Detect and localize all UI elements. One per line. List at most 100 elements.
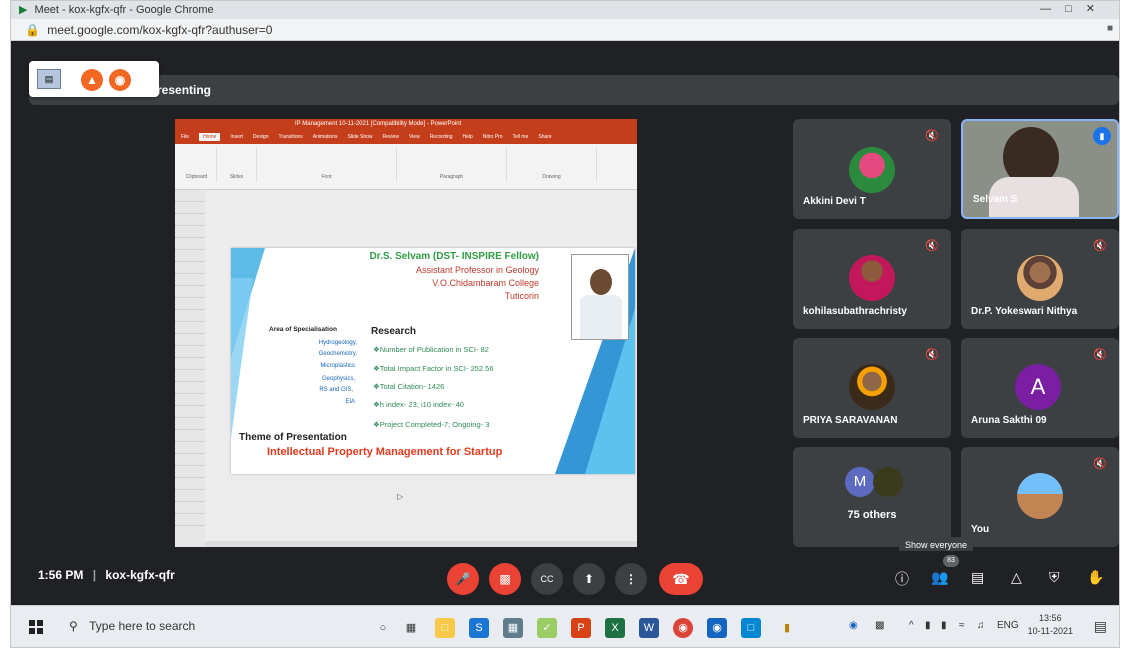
ppt-tab: File — [181, 134, 190, 140]
activities-icon[interactable]: △ — [1011, 569, 1022, 586]
participant-tile[interactable]: 🔇 Akkini Devi T — [793, 119, 951, 219]
info-icon[interactable]: ⓘ — [895, 569, 909, 589]
battery-icon[interactable]: ▮ — [941, 620, 947, 631]
app-icon[interactable]: ◉ — [707, 618, 727, 638]
app-icon[interactable]: □ — [741, 618, 761, 638]
mic-off-icon: 🔇 — [1093, 240, 1107, 252]
raise-hand-icon[interactable]: ✋ — [1087, 569, 1104, 586]
notification-icon[interactable]: ▤ — [1094, 618, 1107, 635]
search-placeholder: Type here to search — [89, 619, 196, 633]
mic-off-icon: 🔇 — [1093, 458, 1107, 470]
self-tile[interactable]: 🔇 You — [961, 447, 1119, 547]
mic-off-icon: 🔇 — [925, 240, 939, 252]
slide-research-title: Research — [371, 326, 417, 337]
participant-tile[interactable]: 🔇 PRIYA SARAVANAN — [793, 338, 951, 438]
address-bar[interactable]: 🔒 meet.google.com/kox-kgfx-qfr?authuser=… — [11, 19, 1119, 41]
clock-time: 13:56 — [1039, 613, 1062, 623]
chrome-icon[interactable]: ◉ — [673, 618, 693, 638]
others-label: 75 others — [847, 509, 897, 521]
file-explorer-icon[interactable]: □ — [435, 618, 455, 638]
windows-start-icon[interactable] — [29, 620, 43, 634]
mic-off-icon: 🔇 — [925, 349, 939, 361]
warning-icon[interactable]: ▲ — [81, 69, 103, 91]
participant-tile[interactable]: ▮ Selvam S — [961, 119, 1119, 219]
slide-presenter-name: Dr.S. Selvam (DST- INSPIRE Fellow) — [369, 251, 540, 262]
app-icon[interactable]: ✓ — [537, 618, 557, 638]
participant-name: Selvam S — [973, 194, 1018, 205]
slide-specialisation: EIA — [345, 399, 355, 405]
separator: | — [92, 568, 97, 582]
ribbon-group: Clipboard — [177, 148, 217, 182]
ppt-window-title: IP Management 10-11-2021 [Compatibility … — [295, 121, 462, 127]
meeting-code: kox-kgfx-qfr — [105, 568, 175, 582]
participant-tile[interactable]: 🔇 Dr.P. Yokeswari Nithya — [961, 229, 1119, 329]
ppt-ribbon: Clipboard Slides Font Paragraph Drawing — [175, 144, 637, 190]
app-icon[interactable]: ▮ — [777, 618, 797, 638]
lock-icon: 🔒 — [25, 23, 40, 37]
taskbar-clock[interactable]: 13:56 10-11-2021 — [1028, 612, 1073, 638]
chat-icon[interactable]: ▤ — [971, 569, 984, 586]
present-button[interactable]: ⬆ — [573, 563, 605, 595]
excel-icon[interactable]: X — [605, 618, 625, 638]
ppt-title-bar: IP Management 10-11-2021 [Compatibility … — [175, 119, 637, 131]
windows-taskbar: ⚲ Type here to search ○ ▦ □ S ▦ ✓ P X W … — [11, 605, 1119, 647]
camera-toggle-button[interactable]: ▩ — [489, 563, 521, 595]
slide-line: Tuticorin — [504, 291, 539, 301]
mic-toggle-button[interactable]: 🎤 — [447, 563, 479, 595]
ppt-tab: Help — [462, 134, 473, 140]
wifi-icon[interactable]: ≈ — [959, 620, 965, 631]
slide-canvas: Dr.S. Selvam (DST- INSPIRE Fellow) Assis… — [205, 190, 637, 547]
ribbon-group: Paragraph — [397, 148, 507, 182]
window-controls[interactable]: —□✕ — [1040, 2, 1109, 15]
ribbon-group: Drawing — [507, 148, 597, 182]
extension-icon[interactable]: ■ — [1107, 23, 1113, 34]
meet-logo-icon: ▶ — [19, 4, 28, 16]
store-icon[interactable]: S — [469, 618, 489, 638]
people-icon[interactable]: 👥 — [931, 569, 948, 586]
ribbon-group: Font — [257, 148, 397, 182]
presentation-icon[interactable]: ▤ — [37, 69, 61, 89]
captions-button[interactable]: CC — [531, 563, 563, 595]
slide-research-item: ❖Total Impact Factor in SCI- 252.56 — [373, 364, 494, 373]
slide-theme-label: Theme of Presentation — [239, 432, 347, 443]
tray-app-icon[interactable]: ▩ — [875, 620, 884, 631]
taskbar-search[interactable]: ⚲ Type here to search — [63, 616, 283, 638]
powerpoint-icon[interactable]: P — [571, 618, 591, 638]
slide-research-item: ❖Project Completed-7; Ongoing- 3 — [373, 420, 490, 429]
language-indicator[interactable]: ENG — [997, 620, 1019, 631]
mic-tray-icon[interactable]: ▮ — [925, 620, 931, 631]
others-tile[interactable]: M 75 others — [793, 447, 951, 547]
more-options-button[interactable]: ⋮ — [615, 563, 647, 595]
task-view-icon[interactable]: ▦ — [401, 618, 421, 638]
slide: Dr.S. Selvam (DST- INSPIRE Fellow) Assis… — [231, 248, 635, 474]
tray-app-icon[interactable]: ◉ — [849, 620, 858, 631]
host-controls-icon[interactable]: ⛨ — [1049, 569, 1060, 586]
meeting-time: 1:56 PM — [38, 568, 84, 582]
slide-specialisation: Hydrogeology, — [318, 340, 357, 346]
mic-off-icon: 🔇 — [925, 130, 939, 142]
word-icon[interactable]: W — [639, 618, 659, 638]
floating-toolbar[interactable]: ▤ ▲ ◉ — [29, 61, 159, 97]
slide-specialisation: Microplastics — [320, 363, 355, 369]
ppt-tab: Home — [199, 133, 221, 141]
participant-tile[interactable]: 🔇 kohilasubathrachristy — [793, 229, 951, 329]
avatar-letter: M — [845, 467, 875, 497]
participant-tile[interactable]: 🔇 A Aruna Sakthi 09 — [961, 338, 1119, 438]
tray-arrow-icon[interactable]: ^ — [909, 620, 914, 631]
presenting-label: resenting — [157, 83, 212, 97]
mouse-cursor-icon: ▷ — [397, 492, 404, 501]
participant-name: Akkini Devi T — [803, 196, 866, 207]
slide-specialisation: RS and GIS, — [319, 387, 353, 393]
participant-count-badge: 83 — [943, 555, 959, 567]
shared-screen: IP Management 10-11-2021 [Compatibility … — [175, 119, 637, 547]
calculator-icon[interactable]: ▦ — [503, 618, 523, 638]
end-call-button[interactable]: ☎ — [659, 563, 703, 595]
ppt-tab: Share — [538, 134, 552, 140]
cortana-icon[interactable]: ○ — [373, 618, 393, 638]
record-icon[interactable]: ◉ — [109, 69, 131, 91]
participant-name: PRIYA SARAVANAN — [803, 415, 898, 426]
url-text[interactable]: meet.google.com/kox-kgfx-qfr?authuser=0 — [47, 23, 272, 37]
ppt-outline-pane — [175, 190, 205, 547]
ppt-tab: Insert — [230, 134, 243, 140]
volume-icon[interactable]: ♫ — [977, 620, 985, 631]
